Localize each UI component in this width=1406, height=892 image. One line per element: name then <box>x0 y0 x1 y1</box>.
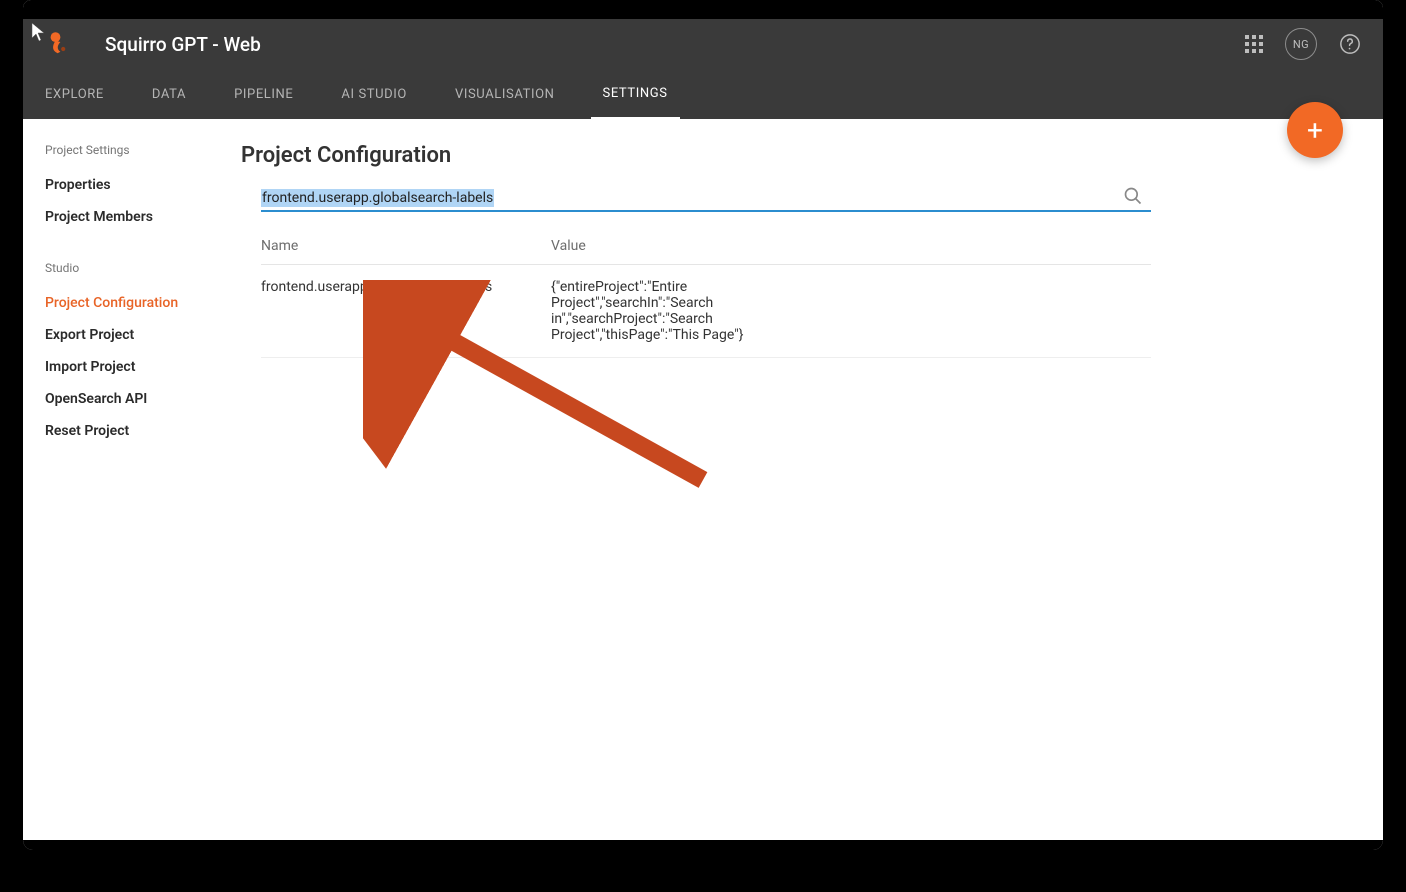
app-header: Squirro GPT - Web NG <box>23 19 1383 119</box>
config-search-row: frontend.userapp.globalsearch-labels <box>261 186 1151 212</box>
sidebar-item-properties[interactable]: Properties <box>45 169 223 201</box>
sidebar-item-import-project[interactable]: Import Project <box>45 351 223 383</box>
table-row[interactable]: frontend.userapp.globalsearch-labels {"e… <box>261 265 1151 358</box>
avatar[interactable]: NG <box>1285 28 1317 60</box>
sidebar-item-export-project[interactable]: Export Project <box>45 319 223 351</box>
nav-visualisation[interactable]: VISUALISATION <box>443 69 567 119</box>
main-nav: EXPLORE DATA PIPELINE AI STUDIO VISUALIS… <box>23 69 1383 119</box>
config-table: Name Value frontend.userapp.globalsearch… <box>261 222 1151 358</box>
search-icon[interactable] <box>1123 186 1143 206</box>
nav-explore[interactable]: EXPLORE <box>45 69 116 119</box>
table-header-value: Value <box>551 238 1151 254</box>
help-icon[interactable] <box>1339 33 1361 55</box>
apps-grid-icon[interactable] <box>1245 35 1263 53</box>
page-title: Project Configuration <box>241 143 1363 168</box>
nav-settings[interactable]: SETTINGS <box>591 69 680 119</box>
main-content: Project Configuration frontend.userapp.g… <box>233 119 1383 850</box>
sidebar-item-opensearch-api[interactable]: OpenSearch API <box>45 383 223 415</box>
sidebar-item-project-members[interactable]: Project Members <box>45 201 223 233</box>
sidebar-section-studio: Studio <box>45 261 223 275</box>
nav-data[interactable]: DATA <box>140 69 198 119</box>
app-logo-icon <box>45 28 73 60</box>
app-title: Squirro GPT - Web <box>105 33 261 56</box>
table-header-name: Name <box>261 238 551 254</box>
add-button[interactable]: + <box>1287 102 1343 158</box>
nav-ai-studio[interactable]: AI STUDIO <box>329 69 419 119</box>
sidebar-item-reset-project[interactable]: Reset Project <box>45 415 223 447</box>
sidebar-section-project-settings: Project Settings <box>45 143 223 157</box>
sidebar: Project Settings Properties Project Memb… <box>23 119 233 850</box>
table-cell-value: {"entireProject":"Entire Project","searc… <box>551 279 851 343</box>
sidebar-item-project-configuration[interactable]: Project Configuration <box>45 287 223 319</box>
config-search-input[interactable]: frontend.userapp.globalsearch-labels <box>261 189 494 207</box>
plus-icon: + <box>1307 114 1323 147</box>
table-cell-name: frontend.userapp.globalsearch-labels <box>261 279 551 343</box>
cursor-icon <box>31 22 47 46</box>
nav-pipeline[interactable]: PIPELINE <box>222 69 305 119</box>
